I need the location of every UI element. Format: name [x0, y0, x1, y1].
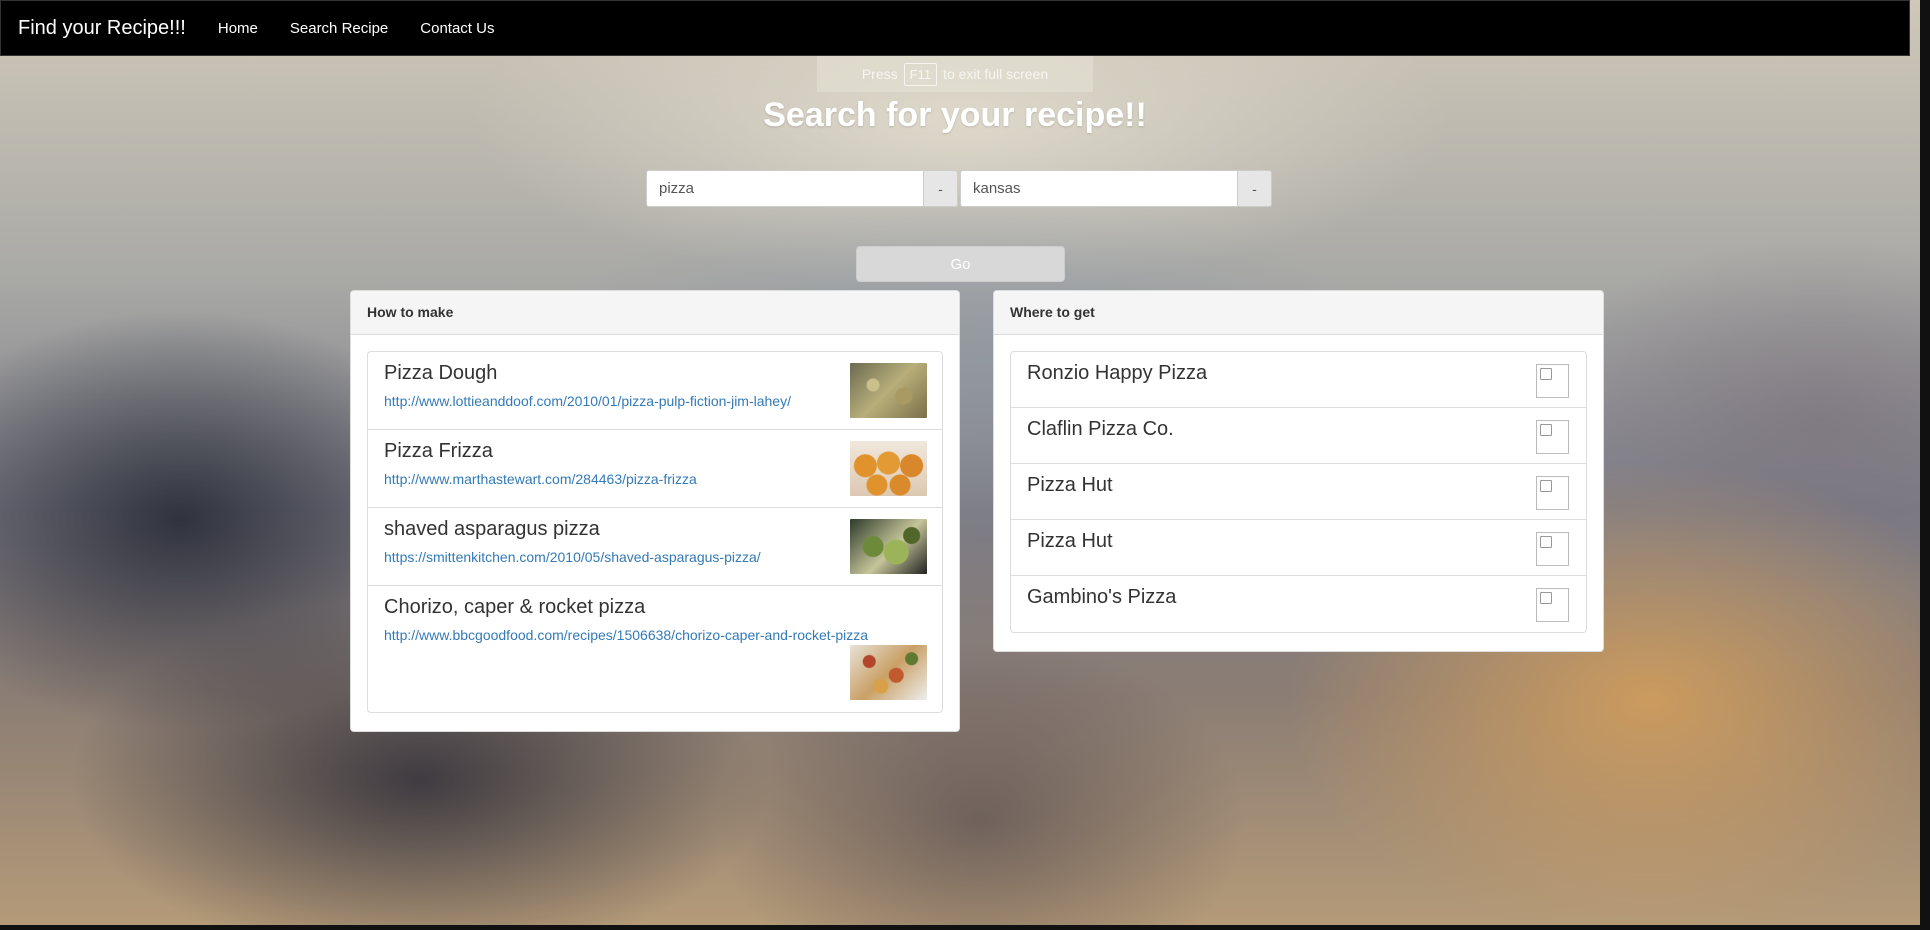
recipe-item-pizza-dough: Pizza Dough http://www.lottieanddoof.com… [368, 352, 942, 430]
recipe-link[interactable]: http://www.bbcgoodfood.com/recipes/15066… [384, 627, 926, 643]
where-to-get-heading: Where to get [994, 291, 1603, 335]
recipe-item-asparagus-pizza: shaved asparagus pizza https://smittenki… [368, 508, 942, 586]
recipe-title: shaved asparagus pizza [384, 518, 600, 540]
brand-link[interactable]: Find your Recipe!!! [18, 17, 186, 40]
recipe-item-pizza-frizza: Pizza Frizza http://www.marthastewart.co… [368, 430, 942, 508]
place-item: Claflin Pizza Co. [1011, 408, 1586, 464]
dish-search-input[interactable] [646, 170, 924, 207]
recipe-link[interactable]: https://smittenkitchen.com/2010/05/shave… [384, 549, 926, 565]
broken-image-icon [1536, 588, 1569, 622]
place-item: Pizza Hut [1011, 464, 1586, 520]
recipe-item-chorizo-pizza: Chorizo, caper & rocket pizza http://www… [368, 586, 942, 712]
place-name: Ronzio Happy Pizza [1027, 362, 1208, 384]
background: Find your Recipe!!! Home Search Recipe C… [0, 0, 1920, 925]
page-title: Search for your recipe!! [763, 96, 1147, 134]
broken-image-icon [1536, 532, 1569, 566]
recipe-title: Pizza Frizza [384, 440, 493, 462]
place-name: Gambino's Pizza [1027, 586, 1177, 608]
fullscreen-hint-prefix: Press [861, 66, 898, 82]
dish-clear-button[interactable]: - [924, 170, 958, 207]
location-clear-button[interactable]: - [1238, 170, 1272, 207]
recipe-link[interactable]: http://www.lottieanddoof.com/2010/01/piz… [384, 393, 926, 409]
nav-search-recipe[interactable]: Search Recipe [274, 20, 404, 37]
place-item: Pizza Hut [1011, 520, 1586, 576]
go-button[interactable]: Go [856, 246, 1065, 282]
dish-search-group: - [646, 170, 958, 208]
where-to-get-panel: Where to get Ronzio Happy Pizza Claflin … [993, 290, 1604, 652]
fullscreen-hint-suffix: to exit full screen [943, 66, 1049, 82]
window-bottom-edge [0, 925, 1930, 930]
asparagus-pizza-image [850, 519, 927, 574]
place-list: Ronzio Happy Pizza Claflin Pizza Co. Piz… [1010, 351, 1587, 633]
chorizo-pizza-image [850, 645, 927, 700]
how-to-make-panel: How to make Pizza Dough http://www.lotti… [350, 290, 960, 732]
navbar: Find your Recipe!!! Home Search Recipe C… [0, 0, 1910, 56]
broken-image-icon [1536, 364, 1569, 398]
fullscreen-hint-key: F11 [903, 62, 938, 86]
place-item: Gambino's Pizza [1011, 576, 1586, 632]
pizza-frizza-image [850, 441, 927, 496]
broken-image-icon [1536, 420, 1569, 454]
broken-image-icon [1536, 476, 1569, 510]
recipe-link[interactable]: http://www.marthastewart.com/284463/pizz… [384, 471, 926, 487]
nav-home[interactable]: Home [202, 20, 274, 37]
how-to-make-heading: How to make [351, 291, 959, 335]
place-name: Pizza Hut [1027, 474, 1113, 496]
location-search-group: - [960, 170, 1272, 208]
fullscreen-hint: Press F11 to exit full screen [817, 56, 1093, 92]
place-item: Ronzio Happy Pizza [1011, 352, 1586, 408]
place-name: Claflin Pizza Co. [1027, 418, 1174, 440]
recipe-title: Pizza Dough [384, 362, 498, 384]
place-name: Pizza Hut [1027, 530, 1113, 552]
recipe-title: Chorizo, caper & rocket pizza [384, 596, 646, 618]
window-scrollbar[interactable] [1920, 0, 1930, 930]
pizza-dough-image [850, 363, 927, 418]
nav-contact-us[interactable]: Contact Us [404, 20, 510, 37]
location-search-input[interactable] [960, 170, 1238, 207]
recipe-list: Pizza Dough http://www.lottieanddoof.com… [367, 351, 943, 713]
